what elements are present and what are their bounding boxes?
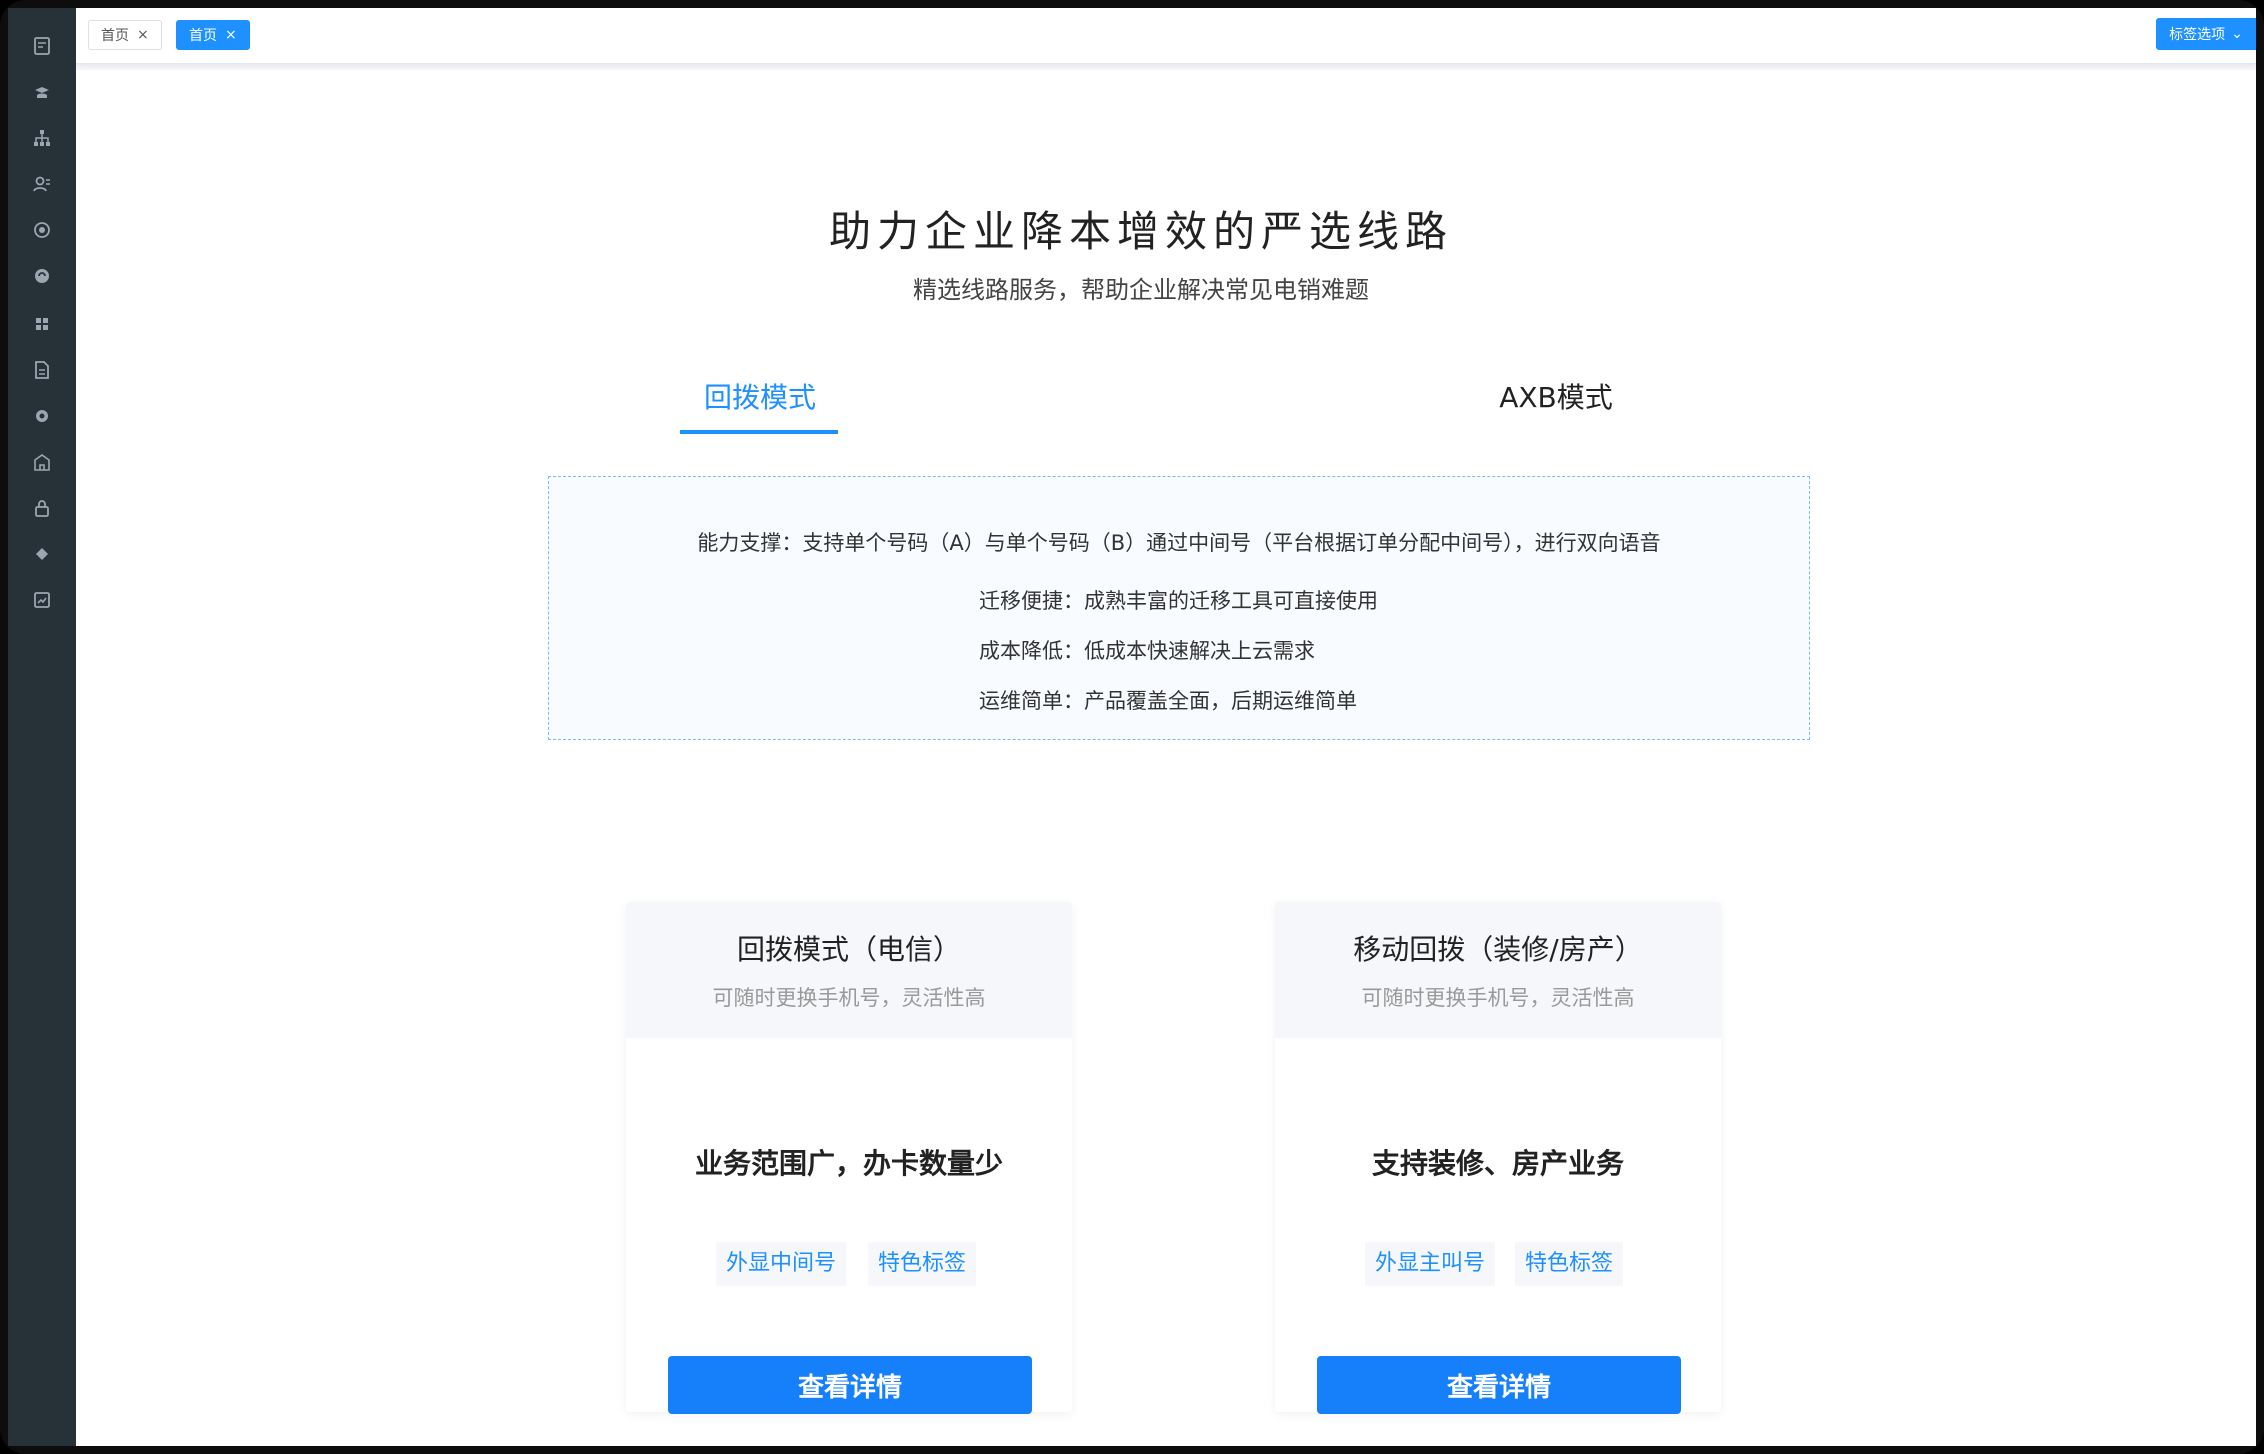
- grid-icon[interactable]: [30, 312, 54, 336]
- card-title: 移动回拨（装修/房产）: [1353, 933, 1643, 966]
- product-card-telecom: 回拨模式（电信） 可随时更换手机号，灵活性高 业务范围广，办卡数量少 外显中间号…: [626, 902, 1072, 1414]
- refresh-icon[interactable]: [30, 264, 54, 288]
- card-feature: 业务范围广，办卡数量少: [694, 1147, 1003, 1180]
- tab-label: 首页: [189, 28, 217, 44]
- document-icon[interactable]: [30, 358, 54, 382]
- card-header: 移动回拨（装修/房产） 可随时更换手机号，灵活性高: [1275, 902, 1721, 1038]
- page-subtitle: 精选线路服务，帮助企业解决常见电销难题: [913, 276, 1369, 304]
- tab-callback-mode[interactable]: 回拨模式: [680, 378, 840, 418]
- diamond-icon[interactable]: [30, 542, 54, 566]
- active-tab-indicator: [680, 430, 838, 434]
- close-icon[interactable]: ×: [225, 28, 237, 42]
- tab-home-active[interactable]: 首页 ×: [176, 20, 250, 50]
- feature-info-box: 能力支撑：支持单个号码（A）与单个号码（B）通过中间号（平台根据订单分配中间号）…: [548, 476, 1810, 740]
- building-icon[interactable]: [30, 450, 54, 474]
- feature-tag: 外显主叫号: [1365, 1242, 1496, 1286]
- info-line-cost: 成本降低：低成本快速解决上云需求: [979, 639, 1315, 663]
- chevron-down-icon: ⌄: [2231, 26, 2243, 42]
- card-subtitle: 可随时更换手机号，灵活性高: [1361, 986, 1635, 1010]
- feature-tag: 特色标签: [1515, 1242, 1624, 1286]
- tab-options-button[interactable]: 标签选项 ⌄: [2156, 18, 2256, 50]
- window-frame: 首页 × 首页 × 标签选项 ⌄ 助力企业降本增效的严选线路 精选线路服务，帮助…: [0, 0, 2264, 1454]
- chart-icon[interactable]: [30, 588, 54, 612]
- content-area: 助力企业降本增效的严选线路 精选线路服务，帮助企业解决常见电销难题 回拨模式 A…: [76, 70, 2256, 1446]
- sidebar: [8, 8, 76, 1446]
- feature-tag: 特色标签: [868, 1242, 977, 1286]
- gear-icon[interactable]: [30, 404, 54, 428]
- view-details-button[interactable]: 查看详情: [1317, 1356, 1681, 1414]
- card-title: 回拨模式（电信）: [736, 933, 961, 966]
- tab-label: 首页: [101, 28, 129, 44]
- org-tree-icon[interactable]: [30, 126, 54, 150]
- info-line-ops: 运维简单：产品覆盖全面，后期运维简单: [979, 689, 1357, 713]
- dashboard-icon[interactable]: [30, 34, 54, 58]
- tab-options-label: 标签选项: [2169, 27, 2226, 43]
- feature-tag: 外显中间号: [716, 1242, 847, 1286]
- view-details-button[interactable]: 查看详情: [668, 1356, 1032, 1414]
- user-hat-icon[interactable]: [30, 80, 54, 104]
- product-card-mobile: 移动回拨（装修/房产） 可随时更换手机号，灵活性高 支持装修、房产业务 外显主叫…: [1275, 902, 1721, 1414]
- info-line-migration: 迁移便捷：成熟丰富的迁移工具可直接使用: [979, 589, 1378, 613]
- page-title: 助力企业降本增效的严选线路: [828, 207, 1453, 256]
- card-header: 回拨模式（电信） 可随时更换手机号，灵活性高: [626, 902, 1072, 1038]
- lock-icon[interactable]: [30, 496, 54, 520]
- info-line-capability: 能力支撑：支持单个号码（A）与单个号码（B）通过中间号（平台根据订单分配中间号）…: [697, 531, 1661, 555]
- clock-icon[interactable]: [30, 218, 54, 242]
- card-subtitle: 可随时更换手机号，灵活性高: [712, 986, 986, 1010]
- tab-home[interactable]: 首页 ×: [88, 20, 162, 50]
- close-icon[interactable]: ×: [137, 28, 149, 42]
- tab-bar: 首页 × 首页 × 标签选项 ⌄: [76, 8, 2256, 64]
- contacts-icon[interactable]: [30, 172, 54, 196]
- main-screen: 首页 × 首页 × 标签选项 ⌄ 助力企业降本增效的严选线路 精选线路服务，帮助…: [76, 8, 2256, 1446]
- tab-axb-mode[interactable]: AXB模式: [1476, 378, 1636, 418]
- card-feature: 支持装修、房产业务: [1371, 1147, 1624, 1180]
